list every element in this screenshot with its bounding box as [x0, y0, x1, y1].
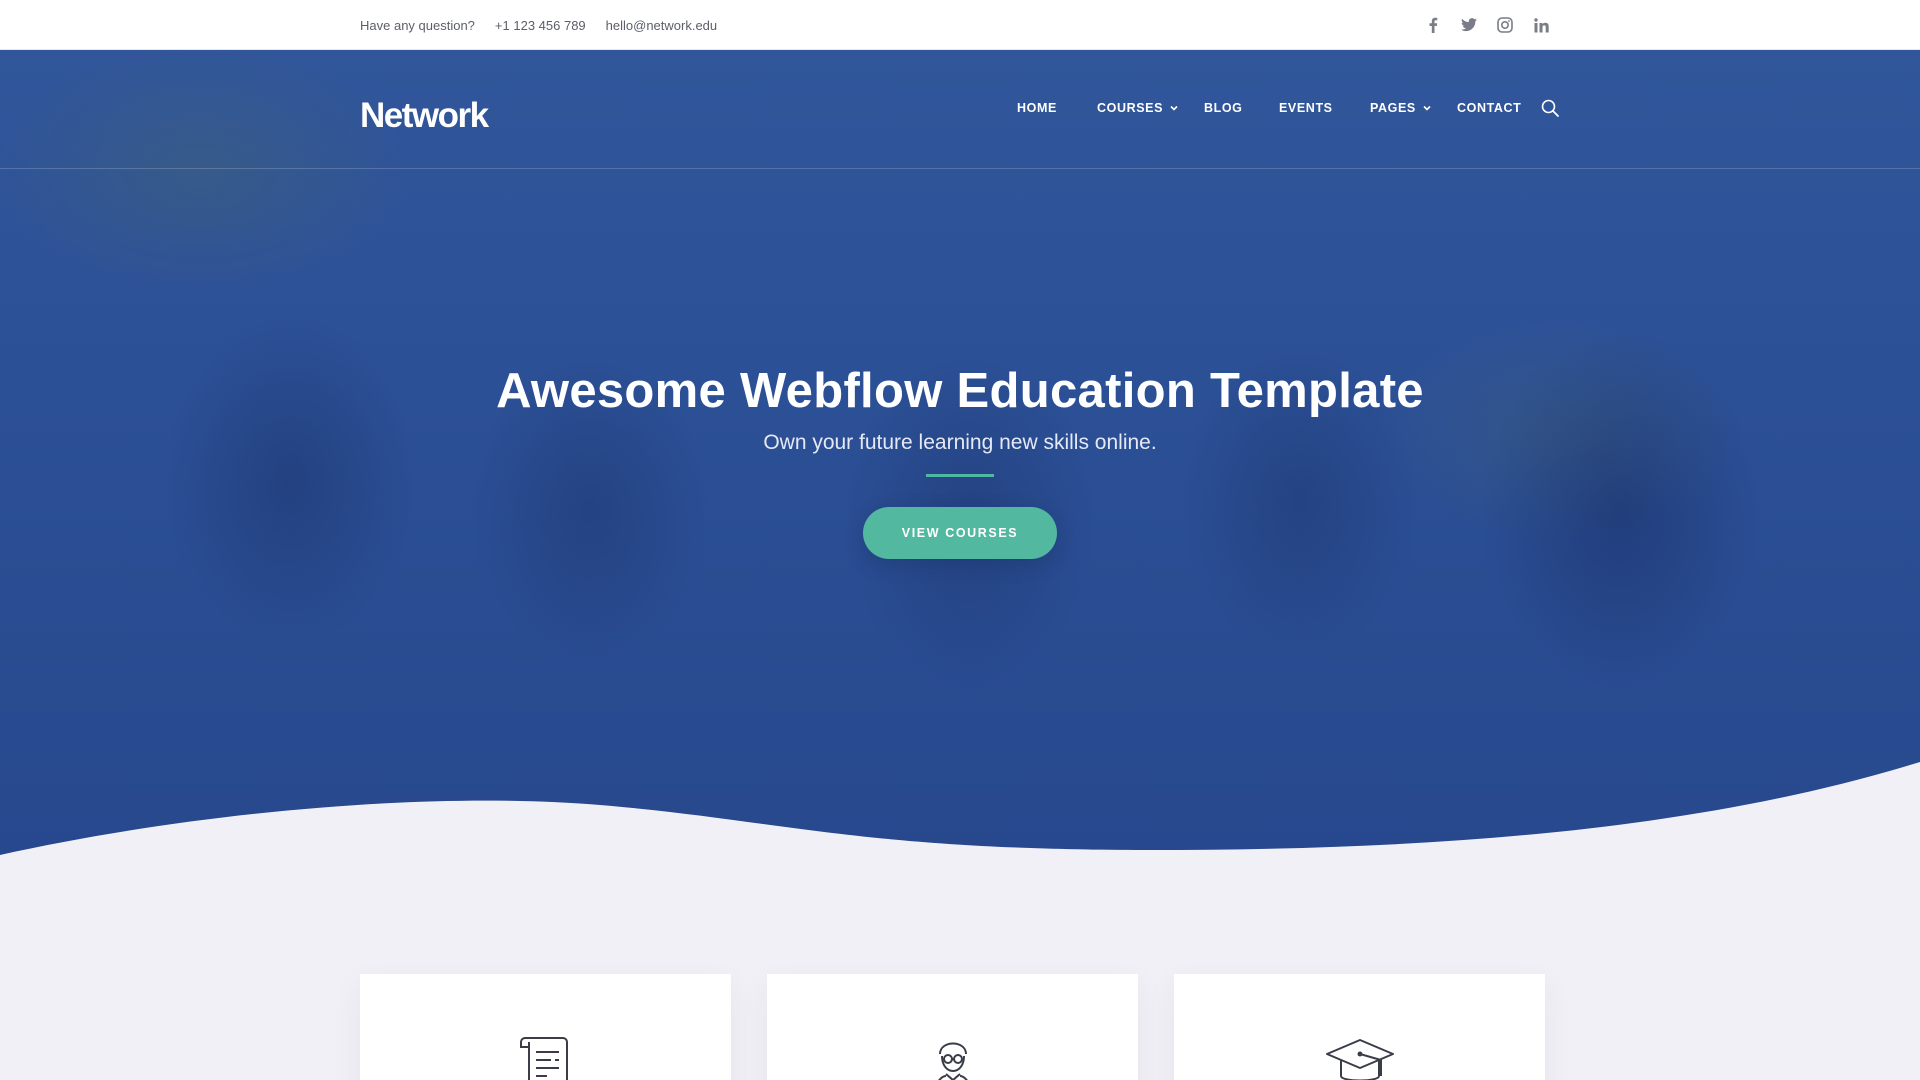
nav-item-pages[interactable]: PAGES	[1370, 98, 1432, 118]
certificate-icon	[511, 1032, 581, 1080]
topbar-question: Have any question?	[360, 17, 475, 33]
nav-item-label: PAGES	[1370, 101, 1416, 115]
facebook-icon[interactable]	[1424, 16, 1442, 34]
topbar-email[interactable]: hello@network.edu	[606, 18, 717, 33]
chevron-down-icon	[1422, 103, 1432, 113]
topbar-contact: Have any question? +1 123 456 789 hello@…	[360, 0, 717, 50]
nav-item-label: COURSES	[1097, 101, 1164, 115]
nav-item-contact[interactable]: CONTACT	[1457, 98, 1521, 118]
feature-card-certificate[interactable]	[360, 974, 731, 1080]
hero-title: Awesome Webflow Education Template	[496, 364, 1424, 418]
linkedin-icon[interactable]	[1532, 16, 1550, 34]
top-bar: Have any question? +1 123 456 789 hello@…	[0, 0, 1920, 50]
feature-card-teacher[interactable]	[767, 974, 1138, 1080]
hero-accent-line	[926, 474, 994, 477]
hero-subtitle: Own your future learning new skills onli…	[763, 431, 1157, 454]
search-icon[interactable]	[1540, 98, 1562, 120]
feature-card-graduation[interactable]	[1174, 974, 1545, 1080]
nav-item-home[interactable]: HOME	[1017, 98, 1057, 118]
hero-background-photo	[0, 50, 1920, 870]
header-divider	[0, 168, 1920, 169]
graduation-cap-icon	[1325, 1032, 1395, 1080]
nav-item-label: CONTACT	[1457, 101, 1522, 115]
topbar-phone[interactable]: +1 123 456 789	[495, 18, 586, 33]
nav-item-label: EVENTS	[1279, 101, 1333, 115]
chevron-down-icon	[1169, 103, 1179, 113]
nav-item-courses[interactable]: COURSES	[1097, 98, 1179, 118]
view-courses-button[interactable]: VIEW COURSES	[863, 507, 1057, 559]
nav-item-blog[interactable]: BLOG	[1204, 98, 1243, 118]
site-logo[interactable]: Network	[360, 96, 489, 136]
hero-section: Network HOME COURSES BLOG EVENTS PAGES C…	[0, 50, 1920, 870]
nav-item-label: BLOG	[1204, 101, 1243, 115]
social-links	[1424, 0, 1550, 50]
instagram-icon[interactable]	[1496, 16, 1514, 34]
nav-item-label: HOME	[1017, 101, 1057, 115]
teacher-icon	[918, 1032, 988, 1080]
twitter-icon[interactable]	[1460, 16, 1478, 34]
nav-item-events[interactable]: EVENTS	[1279, 98, 1333, 118]
